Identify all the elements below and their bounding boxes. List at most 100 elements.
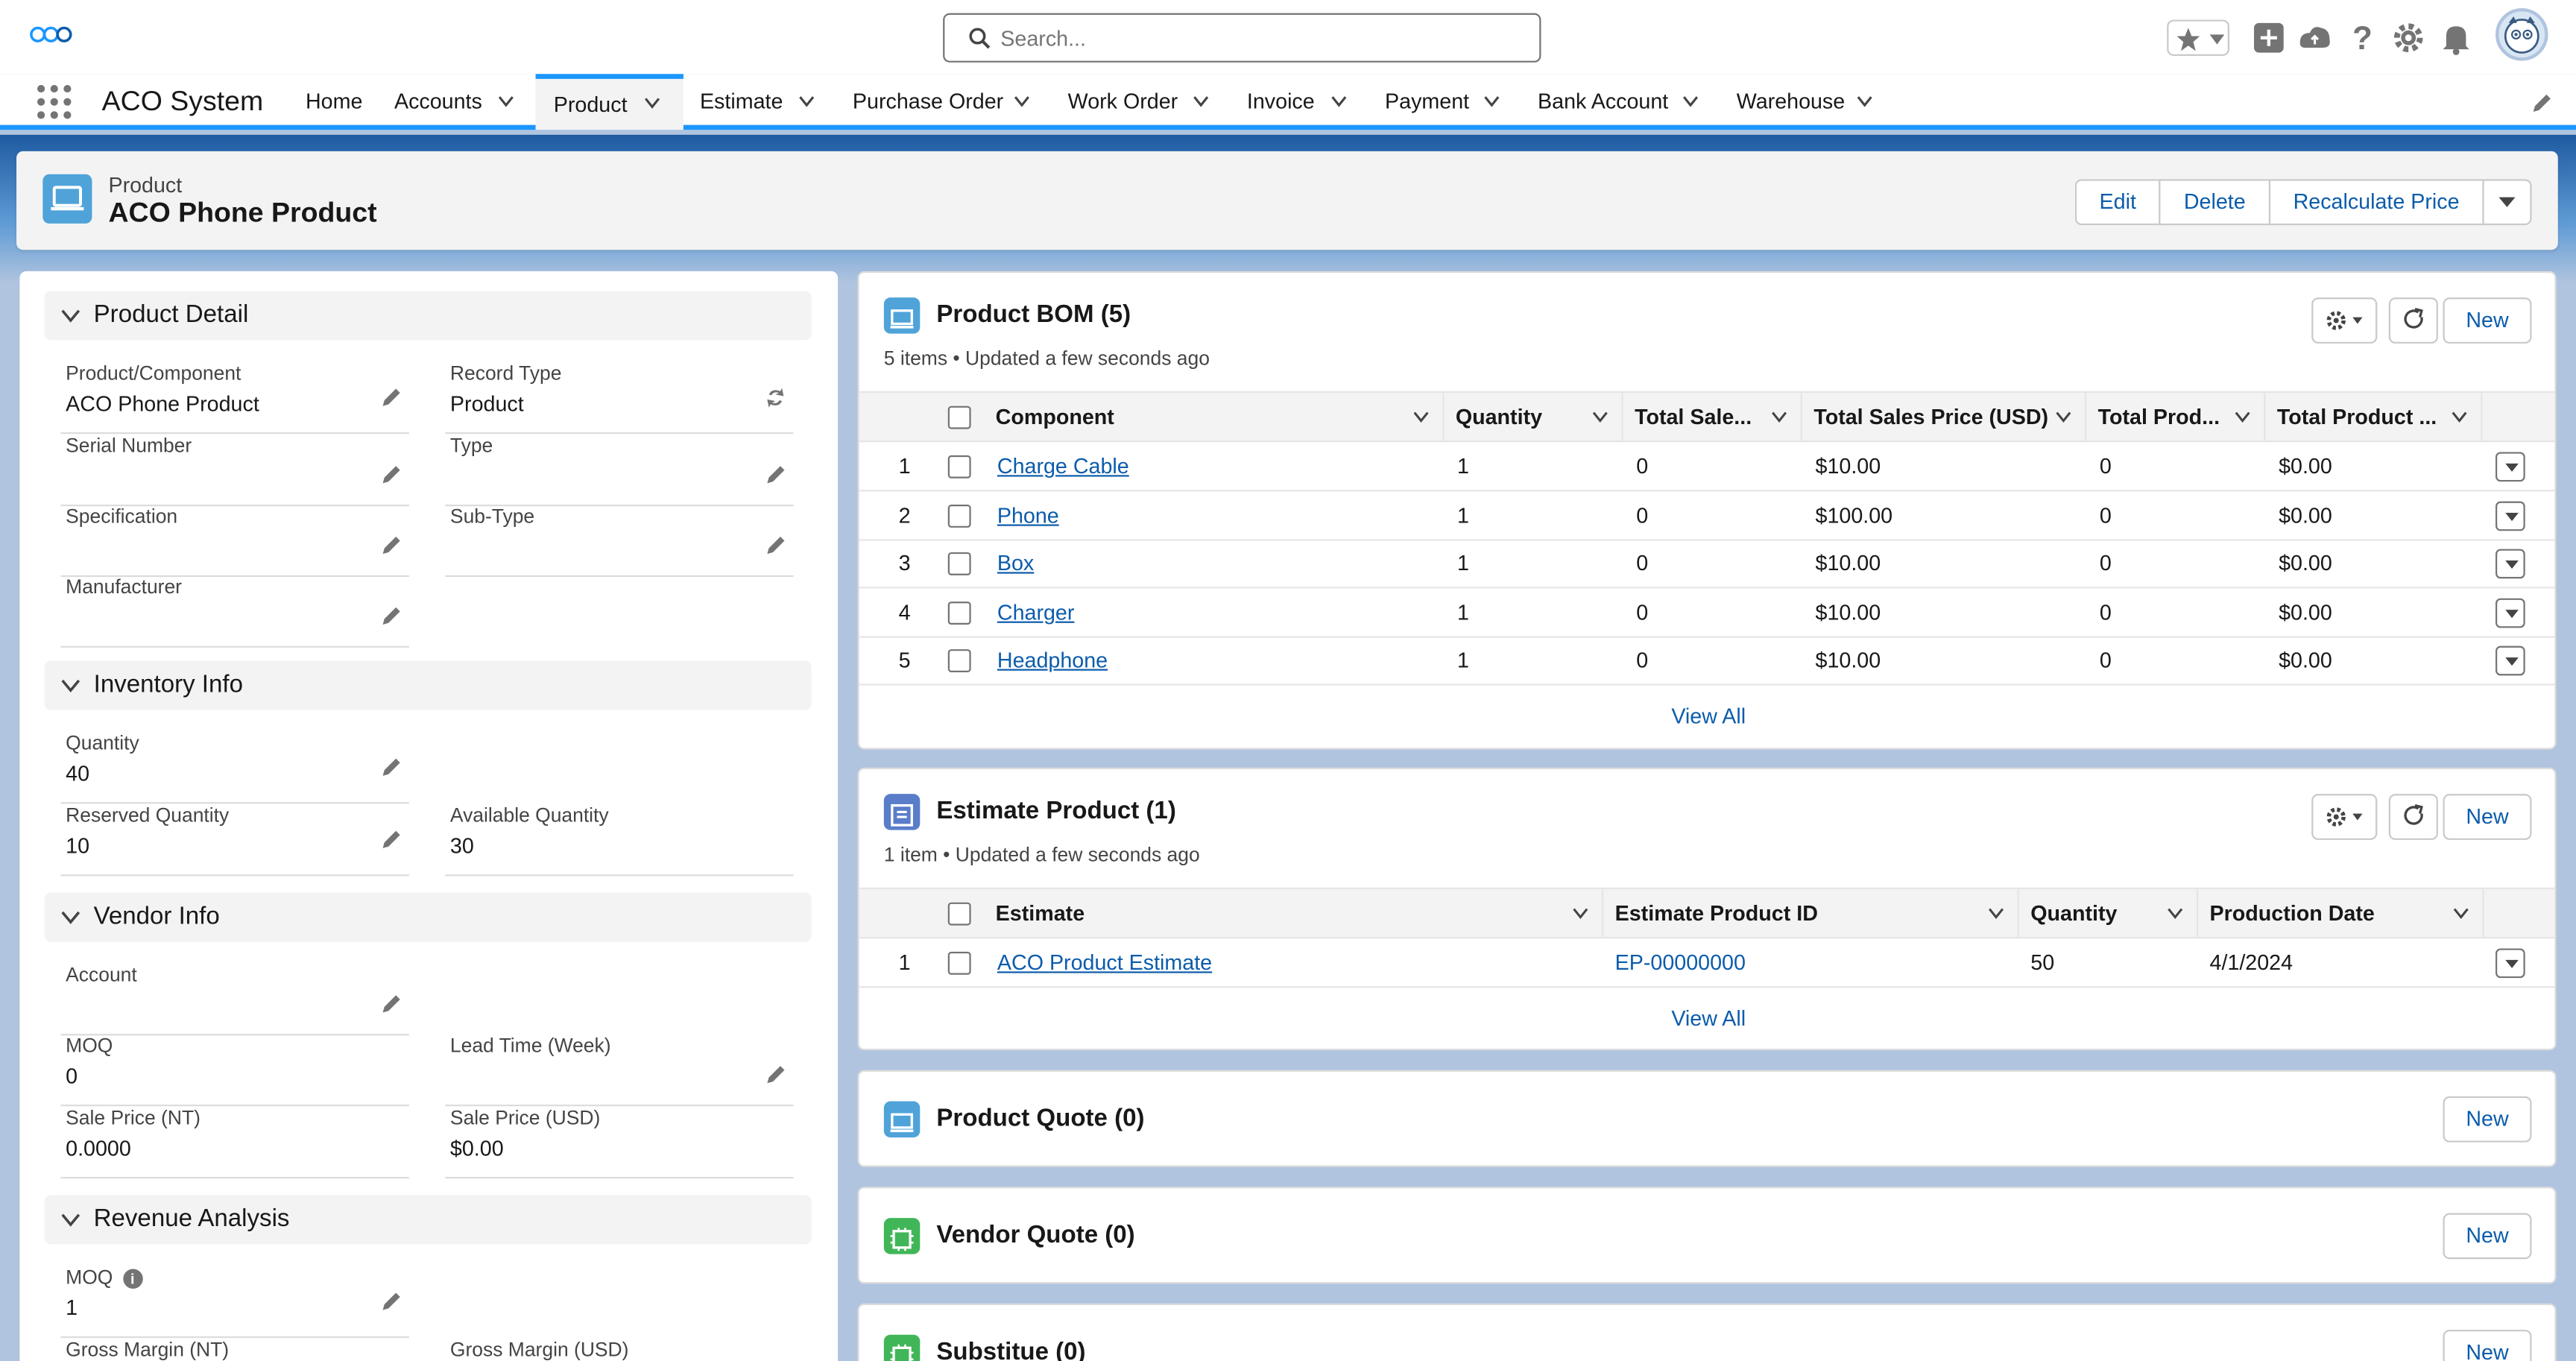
nav-item-estimate[interactable]: Estimate xyxy=(700,74,818,130)
component-link[interactable]: Charge Cable xyxy=(997,442,1129,490)
new-substitue-button[interactable]: New xyxy=(2443,1330,2532,1361)
row-actions-button[interactable] xyxy=(2496,645,2525,676)
column-header-component[interactable]: Component xyxy=(984,393,1445,443)
edit-pencil-icon[interactable] xyxy=(764,1064,787,1087)
app-launcher-icon[interactable] xyxy=(36,83,72,120)
nav-item-warehouse[interactable]: Warehouse xyxy=(1737,74,1875,130)
edit-pencil-icon[interactable] xyxy=(379,605,402,628)
chevron-down-icon[interactable] xyxy=(1592,411,1609,424)
nav-item-work-order[interactable]: Work Order xyxy=(1068,74,1213,130)
row-actions-button[interactable] xyxy=(2496,549,2525,579)
change-record-type-icon[interactable] xyxy=(764,386,787,409)
edit-pencil-icon[interactable] xyxy=(379,464,402,487)
edit-pencil-icon[interactable] xyxy=(379,386,402,409)
component-link[interactable]: Phone xyxy=(997,491,1059,539)
refresh-button[interactable] xyxy=(2388,794,2438,840)
global-search[interactable] xyxy=(943,13,1541,63)
notifications-bell-icon[interactable] xyxy=(2438,19,2474,56)
chevron-down-icon[interactable] xyxy=(2167,907,2183,921)
chevron-down-icon[interactable] xyxy=(1682,95,1699,109)
nav-item-accounts[interactable]: Accounts xyxy=(394,74,525,130)
chevron-down-icon[interactable] xyxy=(798,95,815,109)
row-checkbox[interactable] xyxy=(947,505,971,528)
info-icon[interactable]: i xyxy=(122,1269,143,1289)
chevron-down-icon[interactable] xyxy=(2055,411,2071,424)
row-actions-button[interactable] xyxy=(2496,598,2525,628)
nav-item-bank-account[interactable]: Bank Account xyxy=(1538,74,1702,130)
new-estimate-product-button[interactable]: New xyxy=(2443,794,2532,840)
refresh-button[interactable] xyxy=(2388,297,2438,344)
column-header-estimate-product-id[interactable]: Estimate Product ID xyxy=(1603,889,2019,939)
edit-pencil-icon[interactable] xyxy=(764,534,787,558)
search-input[interactable] xyxy=(1000,21,1527,54)
chevron-down-icon[interactable] xyxy=(1483,95,1500,109)
new-product-quote-button[interactable]: New xyxy=(2443,1096,2532,1143)
edit-pencil-icon[interactable] xyxy=(379,534,402,558)
chevron-down-icon[interactable] xyxy=(1771,411,1787,424)
column-header-total-sale[interactable]: Total Sale... xyxy=(1623,393,1802,443)
chevron-down-icon[interactable] xyxy=(1857,95,1873,109)
row-checkbox[interactable] xyxy=(947,455,971,479)
chevron-down-icon[interactable] xyxy=(2452,411,2468,424)
view-all-link[interactable]: View All xyxy=(859,1006,2555,1031)
setup-gear-icon[interactable] xyxy=(2390,19,2426,56)
list-settings-button[interactable] xyxy=(2311,794,2378,840)
nav-item-payment[interactable]: Payment xyxy=(1385,74,1503,130)
more-actions-button[interactable] xyxy=(2482,179,2532,226)
chevron-down-icon[interactable] xyxy=(2453,907,2469,921)
delete-button[interactable]: Delete xyxy=(2159,179,2269,226)
avatar[interactable] xyxy=(2496,8,2548,61)
component-link[interactable]: Box xyxy=(997,539,1034,587)
column-header-production-date[interactable]: Production Date xyxy=(2198,889,2484,939)
section-inventory-info[interactable]: Inventory Info xyxy=(44,660,812,710)
new-vendor-quote-button[interactable]: New xyxy=(2443,1213,2532,1260)
edit-pencil-icon[interactable] xyxy=(379,993,402,1016)
estimate-link[interactable]: ACO Product Estimate xyxy=(997,938,1212,986)
component-link[interactable]: Charger xyxy=(997,588,1075,636)
chevron-down-icon[interactable] xyxy=(1193,95,1209,109)
chevron-down-icon[interactable] xyxy=(1330,95,1347,109)
column-header-total-prod[interactable]: Total Prod... xyxy=(2086,393,2266,443)
row-checkbox[interactable] xyxy=(947,552,971,575)
new-bom-button[interactable]: New xyxy=(2443,297,2532,344)
column-header-quantity[interactable]: Quantity xyxy=(1444,393,1623,443)
section-product-detail[interactable]: Product Detail xyxy=(44,291,812,341)
trailhead-icon[interactable] xyxy=(2296,19,2332,56)
section-revenue-analysis[interactable]: Revenue Analysis xyxy=(44,1195,812,1245)
chevron-down-icon[interactable] xyxy=(2235,411,2251,424)
estimate-product-id-link[interactable]: EP-00000000 xyxy=(1615,938,1746,986)
column-header-total-product[interactable]: Total Product ... xyxy=(2265,393,2483,443)
component-link[interactable]: Headphone xyxy=(997,636,1108,683)
view-all-link[interactable]: View All xyxy=(859,704,2555,728)
edit-pencil-icon[interactable] xyxy=(379,828,402,851)
add-icon[interactable] xyxy=(2251,19,2287,56)
select-all-checkbox[interactable] xyxy=(947,902,971,926)
row-actions-button[interactable] xyxy=(2496,501,2525,531)
section-vendor-info[interactable]: Vendor Info xyxy=(44,892,812,942)
column-header-estimate[interactable]: Estimate xyxy=(984,889,1604,939)
chevron-down-icon[interactable] xyxy=(1988,907,2004,921)
nav-item-product[interactable]: Product xyxy=(535,74,684,130)
row-checkbox[interactable] xyxy=(947,601,971,625)
nav-item-invoice[interactable]: Invoice xyxy=(1247,74,1349,130)
nav-item-home[interactable]: Home xyxy=(306,74,371,130)
nav-item-purchase-order[interactable]: Purchase Order xyxy=(853,74,1033,130)
select-all-checkbox[interactable] xyxy=(947,405,971,429)
edit-pencil-icon[interactable] xyxy=(379,756,402,779)
row-checkbox[interactable] xyxy=(947,649,971,672)
chevron-down-icon[interactable] xyxy=(644,97,660,110)
column-header-quantity[interactable]: Quantity xyxy=(2019,889,2199,939)
chevron-down-icon[interactable] xyxy=(1572,907,1588,921)
column-header-total-sales-price-usd[interactable]: Total Sales Price (USD) xyxy=(1802,393,2087,443)
favorites-button[interactable] xyxy=(2167,19,2229,56)
list-settings-button[interactable] xyxy=(2311,297,2378,344)
row-actions-button[interactable] xyxy=(2496,452,2525,482)
edit-button[interactable]: Edit xyxy=(2074,179,2159,226)
edit-nav-pencil-icon[interactable] xyxy=(2530,92,2553,115)
chevron-down-icon[interactable] xyxy=(498,95,514,109)
chevron-down-icon[interactable] xyxy=(1413,411,1430,424)
recalculate-price-button[interactable]: Recalculate Price xyxy=(2268,179,2483,226)
row-actions-button[interactable] xyxy=(2496,948,2525,979)
edit-pencil-icon[interactable] xyxy=(764,464,787,487)
row-checkbox[interactable] xyxy=(947,951,971,975)
